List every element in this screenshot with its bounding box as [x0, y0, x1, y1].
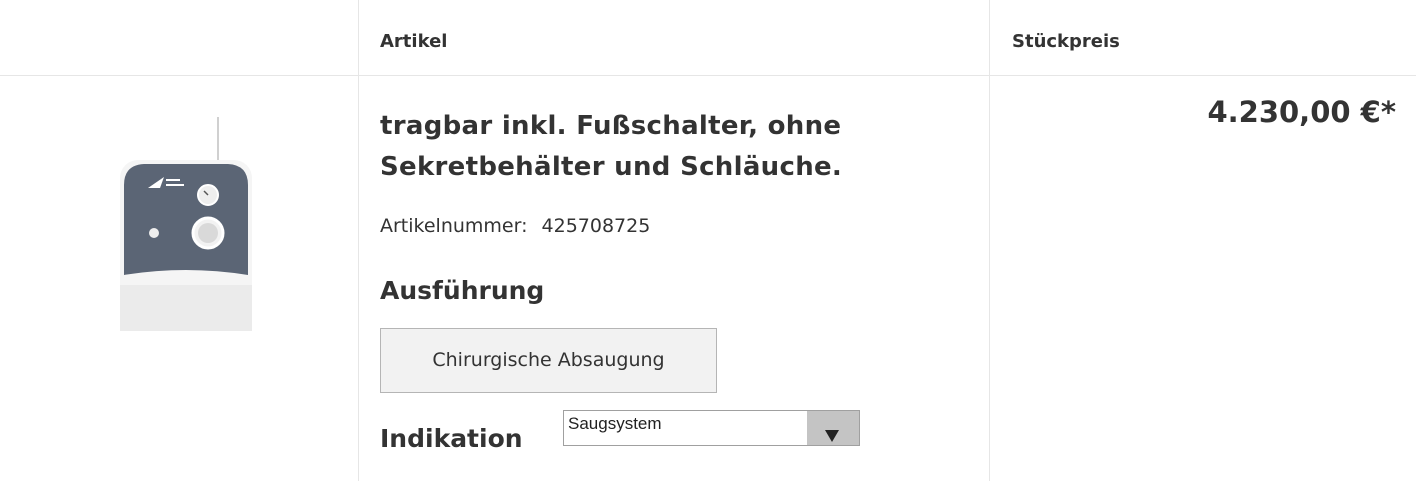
- indication-select-value: Saugsystem: [568, 414, 662, 433]
- indication-select[interactable]: Saugsystem: [563, 410, 860, 446]
- column-divider: [989, 0, 990, 481]
- product-title-line: Sekretbehälter und Schläuche.: [380, 152, 843, 182]
- cart-table: Artikel Stückpreis tragbar inkl. Fußscha…: [0, 0, 1416, 481]
- select-arrow-button[interactable]: [807, 411, 859, 445]
- variant-option-button[interactable]: Chirurgische Absaugung: [380, 328, 717, 393]
- product-image[interactable]: [120, 115, 252, 331]
- product-title-line: tragbar inkl. Fußschalter, ohne: [380, 111, 842, 141]
- header-stueckpreis: Stückpreis: [1012, 31, 1120, 52]
- chevron-down-icon: [825, 430, 839, 442]
- indication-section-title: Indikation: [380, 424, 523, 453]
- column-divider: [358, 0, 359, 481]
- article-number-value: 425708725: [541, 215, 651, 237]
- header-divider: [0, 75, 1416, 76]
- unit-price: 4.230,00 €*: [1207, 95, 1396, 129]
- variant-section-title: Ausführung: [380, 276, 545, 305]
- product-title[interactable]: tragbar inkl. Fußschalter, ohne Sekretbe…: [380, 106, 940, 188]
- article-number: Artikelnummer: 425708725: [380, 215, 650, 237]
- header-artikel: Artikel: [380, 31, 448, 52]
- article-number-label: Artikelnummer:: [380, 215, 528, 237]
